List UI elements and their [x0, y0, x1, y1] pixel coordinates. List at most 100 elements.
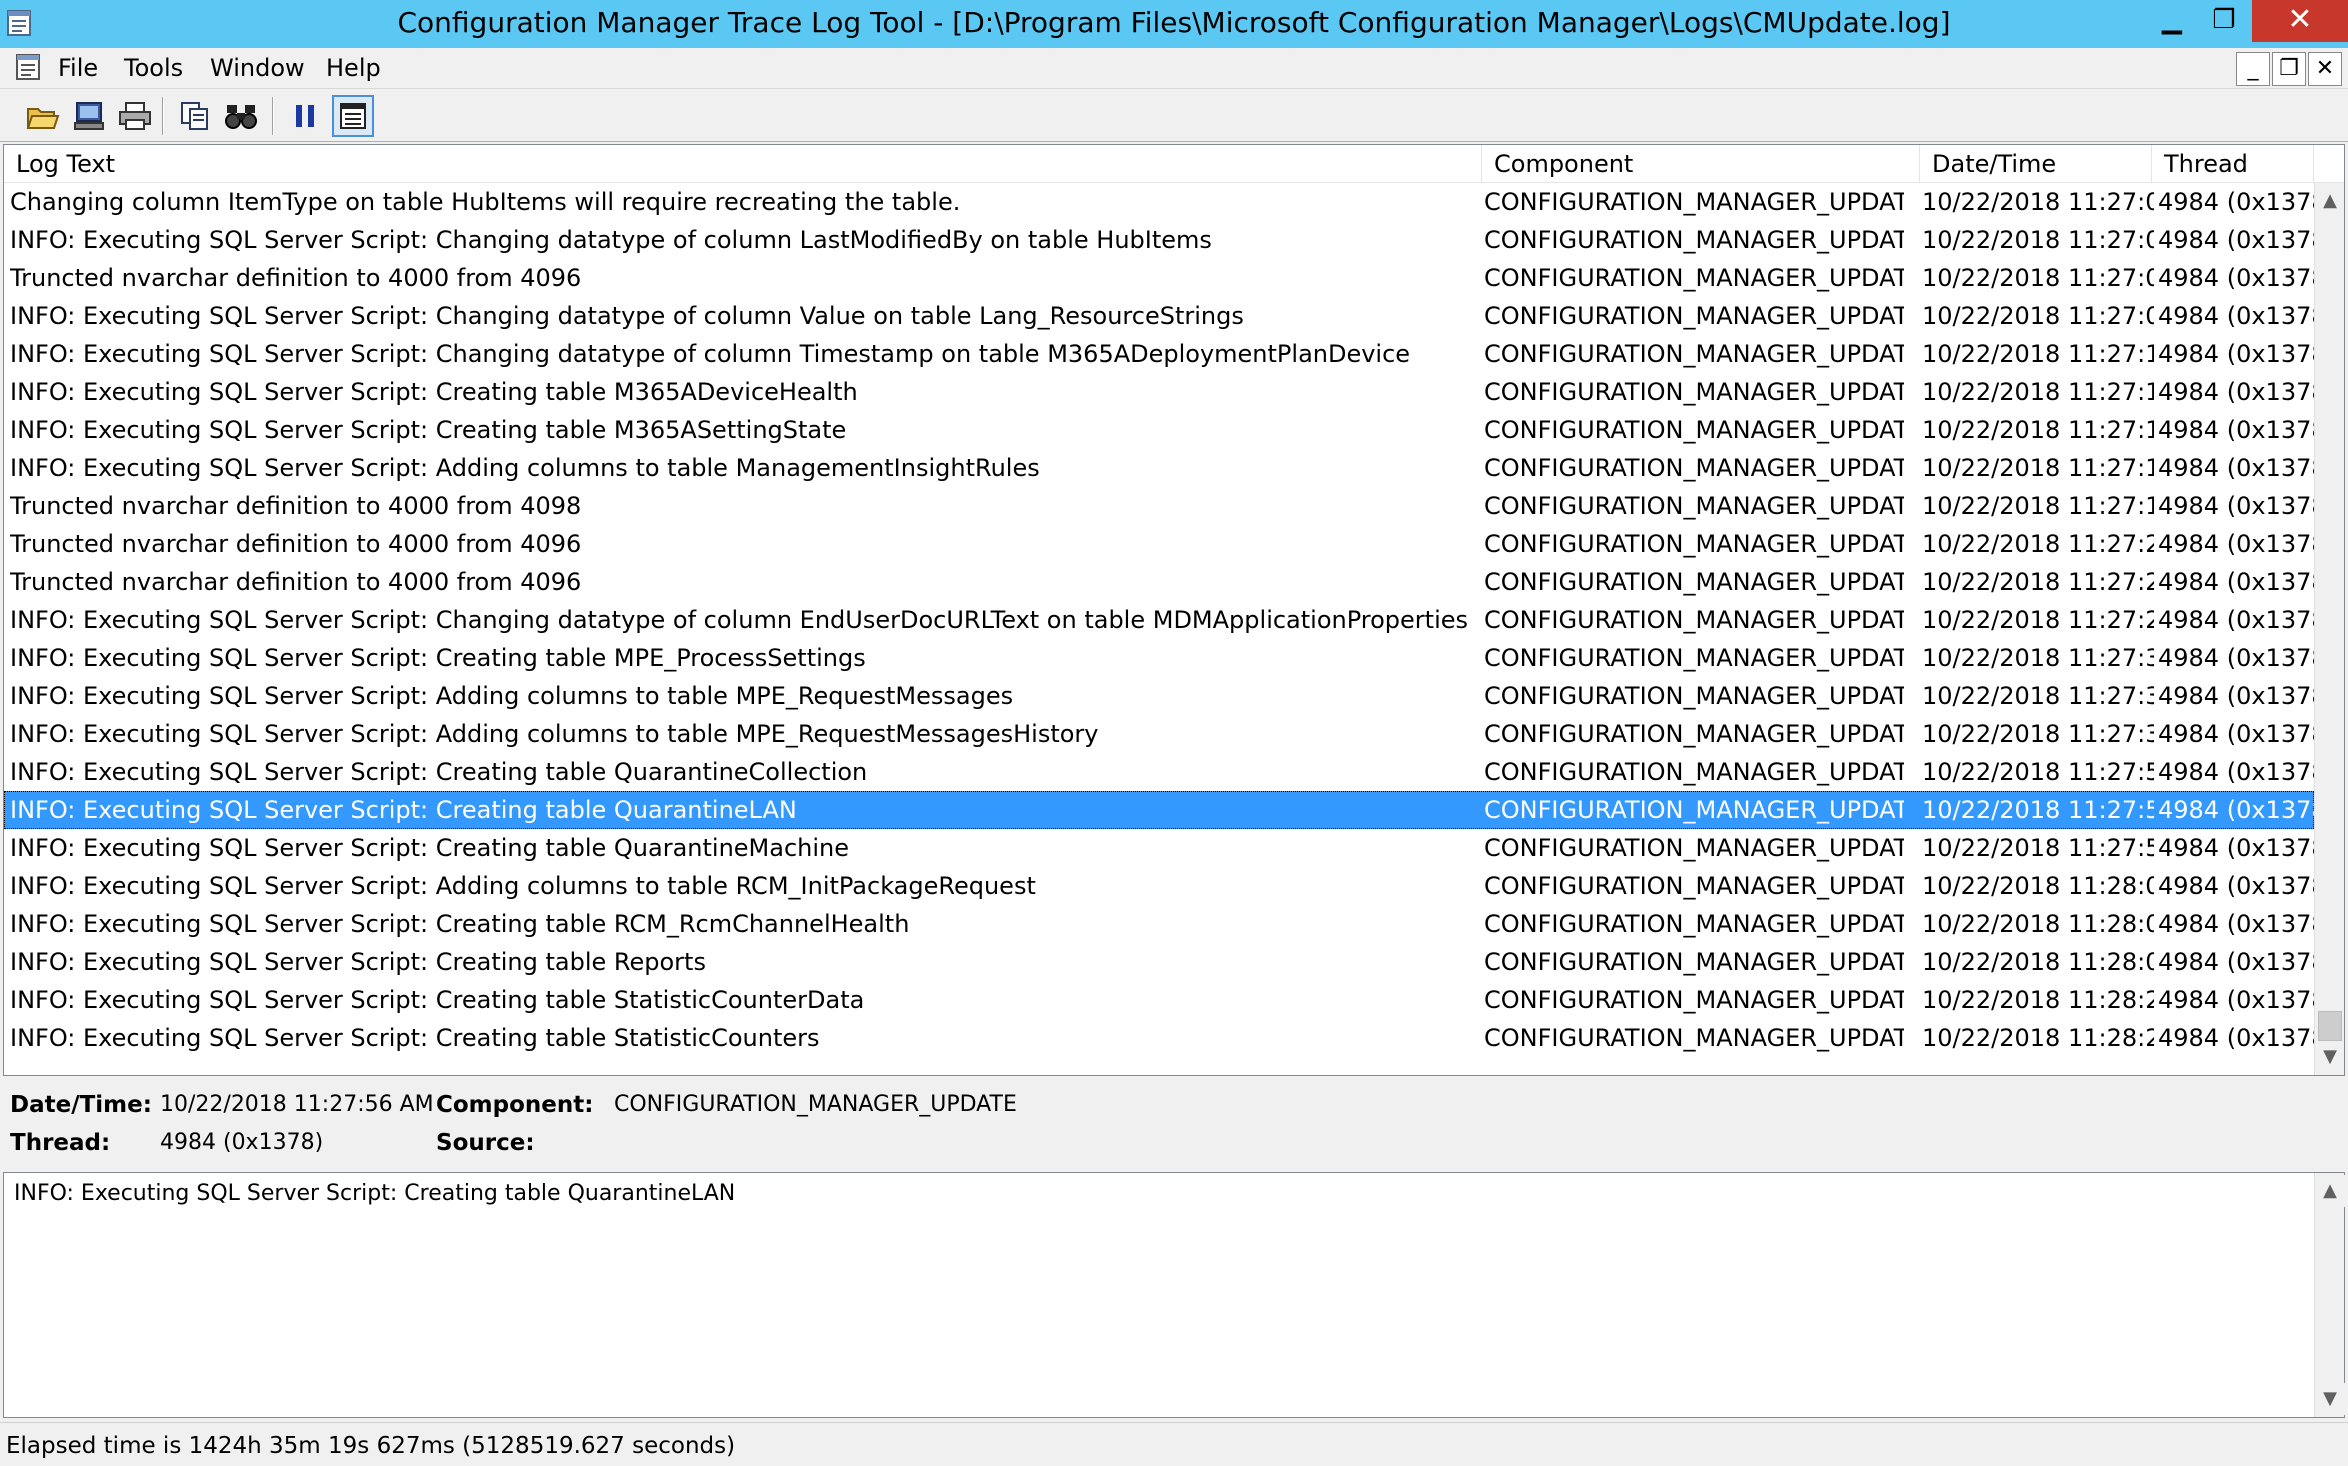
table-row[interactable]: Truncted nvarchar definition to 4000 fro…: [4, 259, 2314, 297]
component-value: CONFIGURATION_MANAGER_UPDATE: [614, 1092, 1017, 1117]
elapsed-time-status: Elapsed time is 1424h 35m 19s 627ms (512…: [6, 1433, 736, 1459]
table-row[interactable]: INFO: Executing SQL Server Script: Chang…: [4, 297, 2314, 335]
datetime-cell: 10/22/2018 11:27:17 A: [1922, 416, 2154, 444]
mdi-close-button[interactable]: ✕: [2308, 52, 2342, 86]
thread-cell: 4984 (0x1378): [2158, 834, 2314, 862]
scroll-down-arrow-icon[interactable]: ▼: [2315, 1383, 2345, 1415]
table-row[interactable]: Truncted nvarchar definition to 4000 fro…: [4, 525, 2314, 563]
restore-button[interactable]: ❐: [2198, 0, 2250, 42]
thread-cell: 4984 (0x1378): [2158, 758, 2314, 786]
message-text: INFO: Executing SQL Server Script: Creat…: [14, 1181, 736, 1206]
component-cell: CONFIGURATION_MANAGER_UPDATE: [1484, 340, 1904, 368]
datetime-cell: 10/22/2018 11:27:20 A: [1922, 568, 2154, 596]
pause-button[interactable]: [284, 95, 326, 137]
find-button[interactable]: [220, 95, 262, 137]
details-pane: Date/Time: 10/22/2018 11:27:56 AM Compon…: [0, 1076, 2348, 1172]
table-row[interactable]: INFO: Executing SQL Server Script: Creat…: [4, 981, 2314, 1019]
scroll-up-arrow-icon[interactable]: ▲: [2315, 185, 2344, 217]
column-header-thread[interactable]: Thread: [2152, 145, 2314, 183]
thread-cell: 4984 (0x1378): [2158, 530, 2314, 558]
datetime-cell: 10/22/2018 11:27:00 A: [1922, 188, 2154, 216]
datetime-cell: 10/22/2018 11:27:35 A: [1922, 682, 2154, 710]
log-view-button[interactable]: [332, 95, 374, 137]
table-row-selected[interactable]: INFO: Executing SQL Server Script: Creat…: [4, 791, 2314, 829]
thread-cell: 4984 (0x1378): [2158, 948, 2314, 976]
datetime-cell: 10/22/2018 11:28:00 A: [1922, 910, 2154, 938]
menu-bar: File Tools Window Help _ ❐ ✕: [0, 48, 2348, 88]
column-header-log-text[interactable]: Log Text: [4, 145, 1482, 183]
log-view-icon: [340, 103, 366, 129]
datetime-cell: 10/22/2018 11:27:19 A: [1922, 492, 2154, 520]
table-row[interactable]: INFO: Executing SQL Server Script: Chang…: [4, 601, 2314, 639]
log-text-cell: Truncted nvarchar definition to 4000 fro…: [10, 568, 582, 596]
open-button[interactable]: [22, 95, 64, 137]
message-scrollbar[interactable]: ▲ ▼: [2314, 1173, 2345, 1417]
datetime-cell: 10/22/2018 11:27:56 A: [1922, 834, 2154, 862]
close-button[interactable]: ✕: [2252, 0, 2348, 42]
table-row[interactable]: INFO: Executing SQL Server Script: Chang…: [4, 221, 2314, 259]
datetime-cell: 10/22/2018 11:27:20 A: [1922, 606, 2154, 634]
table-row[interactable]: INFO: Executing SQL Server Script: Creat…: [4, 639, 2314, 677]
table-row[interactable]: INFO: Executing SQL Server Script: Chang…: [4, 335, 2314, 373]
mdi-restore-button[interactable]: ❐: [2272, 52, 2306, 86]
log-list[interactable]: Log Text Component Date/Time Thread Chan…: [3, 144, 2345, 1076]
scroll-down-arrow-icon[interactable]: ▼: [2315, 1041, 2344, 1073]
menu-tools[interactable]: Tools: [124, 54, 183, 82]
mdi-minimize-button[interactable]: _: [2236, 52, 2270, 86]
component-cell: CONFIGURATION_MANAGER_UPDATE: [1484, 796, 1904, 824]
toolbar-separator: [162, 97, 164, 135]
log-text-cell: Truncted nvarchar definition to 4000 fro…: [10, 492, 582, 520]
table-row[interactable]: INFO: Executing SQL Server Script: Addin…: [4, 677, 2314, 715]
minimize-button[interactable]: ▁: [2146, 0, 2198, 42]
component-label: Component:: [436, 1092, 594, 1118]
table-row[interactable]: INFO: Executing SQL Server Script: Creat…: [4, 373, 2314, 411]
component-cell: CONFIGURATION_MANAGER_UPDATE: [1484, 606, 1904, 634]
table-row[interactable]: INFO: Executing SQL Server Script: Creat…: [4, 411, 2314, 449]
table-row[interactable]: Changing column ItemType on table HubIte…: [4, 183, 2314, 221]
log-text-cell: INFO: Executing SQL Server Script: Creat…: [10, 834, 850, 862]
datetime-cell: 10/22/2018 11:27:20 A: [1922, 530, 2154, 558]
component-cell: CONFIGURATION_MANAGER_UPDATE: [1484, 872, 1904, 900]
thread-cell: 4984 (0x1378): [2158, 796, 2314, 824]
thread-cell: 4984 (0x1378): [2158, 682, 2314, 710]
document-icon[interactable]: [14, 52, 44, 82]
message-text-box[interactable]: INFO: Executing SQL Server Script: Creat…: [3, 1172, 2345, 1418]
table-row[interactable]: Truncted nvarchar definition to 4000 fro…: [4, 487, 2314, 525]
print-button[interactable]: [114, 95, 156, 137]
scroll-thumb[interactable]: [2318, 1011, 2342, 1041]
column-header-component[interactable]: Component: [1482, 145, 1920, 183]
table-row[interactable]: INFO: Executing SQL Server Script: Creat…: [4, 905, 2314, 943]
table-row[interactable]: INFO: Executing SQL Server Script: Creat…: [4, 753, 2314, 791]
menu-file[interactable]: File: [58, 54, 98, 82]
table-row[interactable]: Truncted nvarchar definition to 4000 fro…: [4, 563, 2314, 601]
menu-help[interactable]: Help: [326, 54, 381, 82]
table-row[interactable]: INFO: Executing SQL Server Script: Creat…: [4, 829, 2314, 867]
datetime-cell: 10/22/2018 11:27:09 A: [1922, 264, 2154, 292]
component-cell: CONFIGURATION_MANAGER_UPDATE: [1484, 530, 1904, 558]
table-row[interactable]: INFO: Executing SQL Server Script: Creat…: [4, 943, 2314, 981]
column-header-datetime[interactable]: Date/Time: [1920, 145, 2152, 183]
trace-log-window: Configuration Manager Trace Log Tool - […: [0, 0, 2348, 1466]
table-row[interactable]: INFO: Executing SQL Server Script: Creat…: [4, 1019, 2314, 1057]
copy-button[interactable]: [174, 95, 216, 137]
thread-cell: 4984 (0x1378): [2158, 492, 2314, 520]
title-bar[interactable]: Configuration Manager Trace Log Tool - […: [0, 0, 2348, 48]
table-row[interactable]: INFO: Executing SQL Server Script: Addin…: [4, 867, 2314, 905]
server-icon: [74, 102, 104, 130]
thread-cell: 4984 (0x1378): [2158, 378, 2314, 406]
log-text-cell: INFO: Executing SQL Server Script: Creat…: [10, 758, 868, 786]
server-button[interactable]: [68, 95, 110, 137]
toolbar-separator: [272, 97, 274, 135]
scroll-up-arrow-icon[interactable]: ▲: [2315, 1175, 2345, 1207]
menu-window[interactable]: Window: [210, 54, 305, 82]
log-list-scrollbar[interactable]: ▲ ▼: [2314, 183, 2344, 1075]
thread-label: Thread:: [10, 1130, 111, 1156]
datetime-value: 10/22/2018 11:27:56 AM: [160, 1092, 434, 1117]
log-text-cell: INFO: Executing SQL Server Script: Addin…: [10, 454, 1040, 482]
table-row[interactable]: INFO: Executing SQL Server Script: Addin…: [4, 449, 2314, 487]
table-row[interactable]: INFO: Executing SQL Server Script: Addin…: [4, 715, 2314, 753]
datetime-cell: 10/22/2018 11:27:18 A: [1922, 454, 2154, 482]
component-cell: CONFIGURATION_MANAGER_UPDATE: [1484, 644, 1904, 672]
log-text-cell: INFO: Executing SQL Server Script: Creat…: [10, 378, 858, 406]
component-cell: CONFIGURATION_MANAGER_UPDATE: [1484, 378, 1904, 406]
